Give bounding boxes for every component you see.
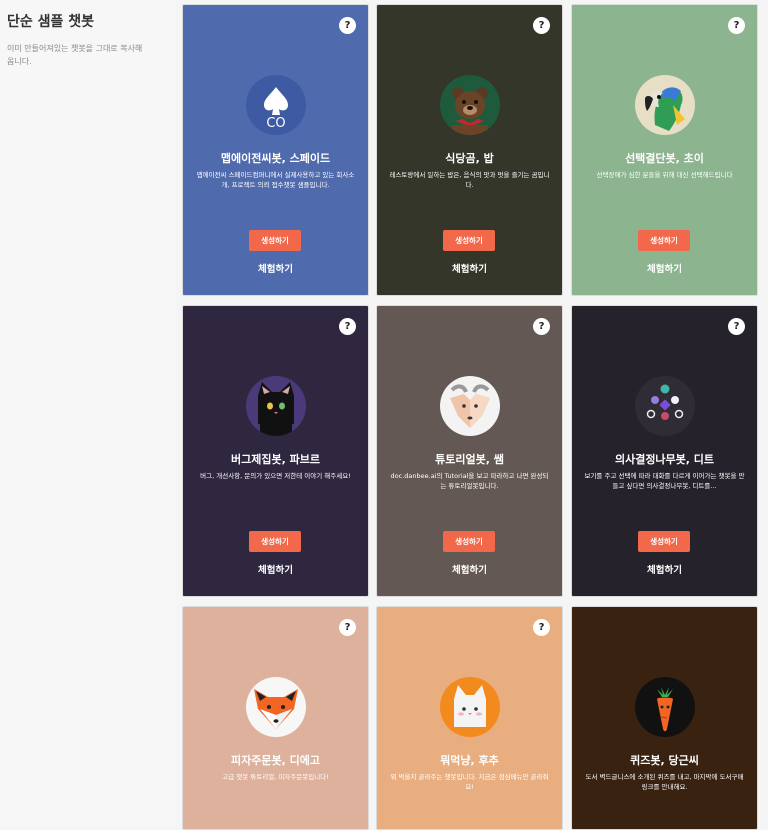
try-link[interactable]: 체험하기 [572, 562, 757, 576]
fox-icon [246, 677, 306, 737]
try-link[interactable]: 체험하기 [572, 261, 757, 275]
generate-button[interactable]: 생성하기 [638, 531, 690, 552]
try-link[interactable]: 체험하기 [377, 562, 562, 576]
card-title: 튜토리얼봇, 쌤 [435, 453, 504, 466]
page-title: 단순 샘플 챗봇 [7, 14, 95, 30]
goat-icon [440, 376, 500, 436]
decision-tree-icon [635, 376, 695, 436]
help-icon[interactable]: ? [533, 17, 550, 34]
help-icon[interactable]: ? [728, 17, 745, 34]
card-title: 뭐먹냥, 후추 [440, 754, 499, 767]
card-description: doc.danbee.ai의 Tutorial을 보고 따라하고 나면 완성되는… [390, 472, 549, 490]
card-description: 선택장애가 심한 분들을 위해 대신 선택해드립니다 [596, 171, 733, 179]
card-title: 식당곰, 밥 [445, 152, 494, 165]
card-description: 레스토랑에서 일하는 밥은, 음식의 맛과 멋을 즐기는 곰입니다. [389, 171, 550, 189]
carrot-icon [635, 677, 695, 737]
card-title: 버그제집봇, 파브르 [231, 453, 320, 466]
white-cat-icon [440, 677, 500, 737]
try-link[interactable]: 체험하기 [183, 562, 368, 576]
chatbot-card-huchu: ? 뭐먹냥, 후추 뭐 먹을지 골라주는 챗봇입니다. 지금은 점심메뉴만 골라… [376, 606, 563, 830]
parrot-icon [635, 75, 695, 135]
help-icon[interactable]: ? [339, 619, 356, 636]
chatbot-card-spade: ? CO 맵에이전씨봇, 스페이드 맵에이전씨 스페이드컴퍼니에서 실제사용하고… [182, 4, 369, 296]
card-title: 맵에이전씨봇, 스페이드 [220, 152, 331, 165]
svg-text:CO: CO [266, 116, 285, 131]
card-description: 보기를 주고 선택에 따라 대화를 다르게 이어가는 챗봇을 만들고 싶다면 의… [584, 472, 745, 490]
chatbot-card-bob: ? 식당곰, 밥 레스토랑에서 일하는 밥은, 음식의 맛과 멋을 즐기는 곰입… [376, 4, 563, 296]
help-icon[interactable]: ? [728, 318, 745, 335]
help-icon[interactable]: ? [533, 318, 550, 335]
help-icon[interactable]: ? [339, 318, 356, 335]
card-title: 퀴즈봇, 당근씨 [630, 754, 699, 767]
card-description: 버그, 개선사항, 문의가 있으면 저한테 이야기 해주세요! [200, 472, 351, 480]
generate-button[interactable]: 생성하기 [249, 531, 301, 552]
try-link[interactable]: 체험하기 [377, 261, 562, 275]
card-title: 피자주문봇, 디에고 [231, 754, 320, 767]
card-description: 도서 벽드글니스에 소개된 퀴즈를 내고, 마지막에 도서구매 링크를 안내해요… [585, 773, 744, 791]
card-description: 맵에이전씨 스페이드컴퍼니에서 실제사용하고 있는 회사소개, 프로젝트 의뢰 … [196, 171, 355, 189]
chatbot-card-carrot: 퀴즈봇, 당근씨 도서 벽드글니스에 소개된 퀴즈를 내고, 마지막에 도서구매… [571, 606, 758, 830]
chatbot-card-choi: ? 선택결단봇, 초이 선택장애가 심한 분들을 위해 대신 선택해드립니다 생… [571, 4, 758, 296]
card-description: 뭐 먹을지 골라주는 챗봇입니다. 지금은 점심메뉴만 골라줘요! [390, 773, 549, 791]
card-title: 의사결정나무봇, 디트 [614, 453, 715, 466]
bear-icon [440, 75, 500, 135]
card-title: 선택결단봇, 초이 [625, 152, 704, 165]
chatbot-card-fabre: ? 버그제집봇, 파브르 버그, 개선사항, 문의가 있으면 저한테 이야기 해… [182, 305, 369, 597]
card-description: 고급 챗봇 튜토리얼, 피자주문봇입니다! [222, 773, 329, 781]
generate-button[interactable]: 생성하기 [443, 230, 495, 251]
chatbot-card-diego: ? 피자주문봇, 디에고 고급 챗봇 튜토리얼, 피자주문봇입니다! [182, 606, 369, 830]
help-icon[interactable]: ? [339, 17, 356, 34]
help-icon[interactable]: ? [533, 619, 550, 636]
chatbot-card-ssam: ? 튜토리얼봇, 쌤 doc.danbee.ai의 Tutorial을 보고 따… [376, 305, 563, 597]
page-description: 이미 만들어져있는 챗봇을 그대로 복사해옵니다. [7, 44, 143, 66]
spade-co-icon: CO [246, 75, 306, 135]
generate-button[interactable]: 생성하기 [638, 230, 690, 251]
generate-button[interactable]: 생성하기 [249, 230, 301, 251]
sidebar: 단순 샘플 챗봇 이미 만들어져있는 챗봇을 그대로 복사해옵니다. [0, 0, 175, 826]
generate-button[interactable]: 생성하기 [443, 531, 495, 552]
try-link[interactable]: 체험하기 [183, 261, 368, 275]
black-cat-icon [246, 376, 306, 436]
chatbot-card-dit: ? 의사결정나무봇, 디트 보기를 주고 선택에 따라 대화를 다르게 이어가는… [571, 305, 758, 597]
